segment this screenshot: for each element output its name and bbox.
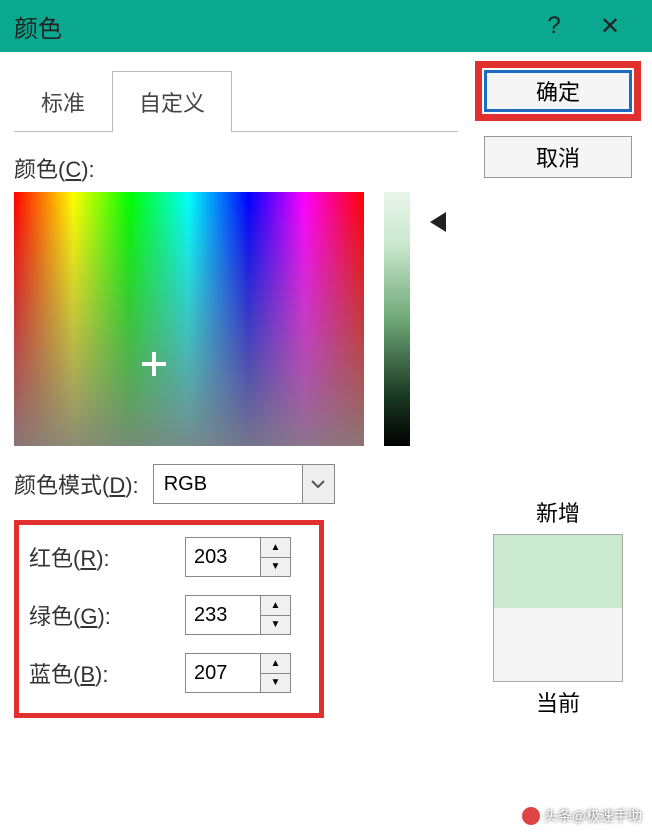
blue-input[interactable] — [186, 654, 260, 692]
current-color-swatch — [494, 608, 622, 681]
color-mode-select[interactable]: RGB — [153, 464, 335, 504]
cancel-button[interactable]: 取消 — [484, 136, 632, 178]
red-label: 红色(R): — [29, 541, 185, 573]
luminance-strip[interactable] — [384, 192, 410, 446]
green-up-icon[interactable]: ▲ — [261, 596, 290, 616]
new-color-swatch — [494, 535, 622, 608]
rgb-inputs-group: 红色(R): ▲ ▼ 绿色(G): ▲ ▼ — [14, 520, 324, 718]
crosshair-icon — [142, 352, 166, 376]
blue-label: 蓝色(B): — [29, 657, 185, 689]
tabs: 标准 自定义 — [14, 70, 458, 132]
chevron-down-icon[interactable] — [302, 465, 334, 503]
red-input[interactable] — [186, 538, 260, 576]
tab-custom[interactable]: 自定义 — [112, 71, 232, 132]
avatar-icon — [522, 807, 540, 825]
blue-up-icon[interactable]: ▲ — [261, 654, 290, 674]
color-gradient[interactable] — [14, 192, 364, 446]
red-spinner[interactable]: ▲ ▼ — [185, 537, 291, 577]
luminance-arrow-icon[interactable] — [430, 212, 446, 232]
help-button[interactable]: ? — [526, 0, 582, 52]
ok-button[interactable]: 确定 — [484, 70, 632, 112]
green-input[interactable] — [186, 596, 260, 634]
blue-down-icon[interactable]: ▼ — [261, 674, 290, 693]
window-title: 颜色 — [14, 9, 526, 44]
red-down-icon[interactable]: ▼ — [261, 558, 290, 577]
green-spinner[interactable]: ▲ ▼ — [185, 595, 291, 635]
watermark: 头条@极速手助 — [522, 806, 642, 826]
tab-standard[interactable]: 标准 — [14, 71, 112, 132]
title-bar: 颜色 ? ✕ — [0, 0, 652, 52]
mode-label: 颜色模式(D): — [14, 468, 139, 500]
red-up-icon[interactable]: ▲ — [261, 538, 290, 558]
current-color-label: 当前 — [536, 686, 580, 718]
blue-spinner[interactable]: ▲ ▼ — [185, 653, 291, 693]
color-preview — [493, 534, 623, 682]
new-color-label: 新增 — [536, 496, 580, 528]
close-button[interactable]: ✕ — [582, 0, 638, 52]
green-down-icon[interactable]: ▼ — [261, 616, 290, 635]
green-label: 绿色(G): — [29, 599, 185, 631]
colors-label: 颜色(C): — [14, 152, 458, 184]
